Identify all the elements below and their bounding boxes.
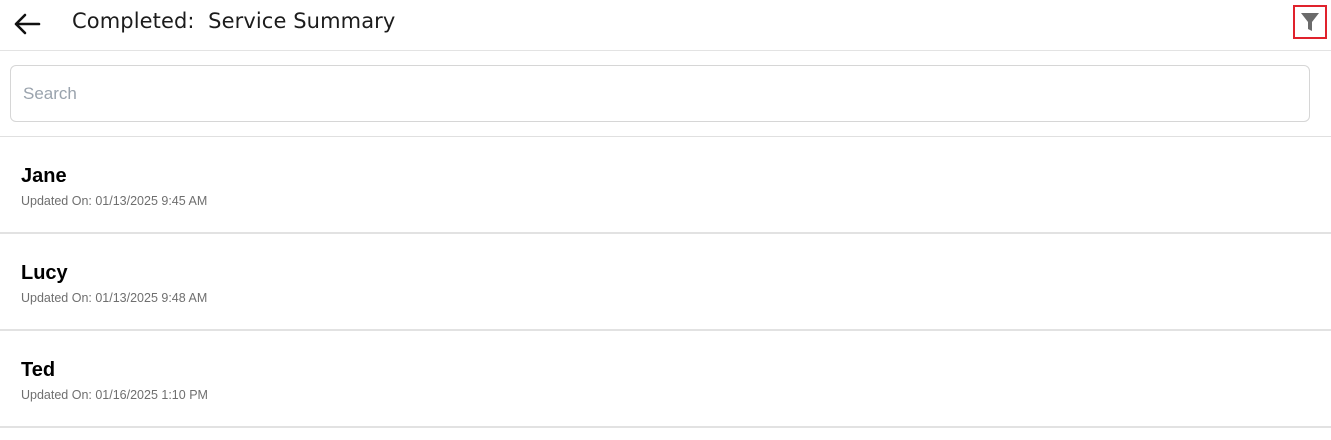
page-title: Completed: Service Summary (72, 9, 396, 33)
record-updated-on: Updated On: 01/16/2025 1:10 PM (21, 388, 208, 402)
record-updated-on: Updated On: 01/13/2025 9:45 AM (21, 194, 208, 208)
list-item[interactable]: Ted Updated On: 01/16/2025 1:10 PM (0, 331, 1331, 428)
record-updated-on: Updated On: 01/13/2025 9:48 AM (21, 291, 208, 305)
app-header: Completed: Service Summary (0, 0, 1331, 51)
list-item[interactable]: Jane Updated On: 01/13/2025 9:45 AM (0, 137, 1331, 234)
record-name: Jane (21, 165, 67, 187)
search-section (0, 51, 1331, 137)
filter-funnel-icon (1301, 13, 1319, 31)
search-input[interactable] (10, 65, 1310, 122)
record-name: Ted (21, 359, 56, 381)
record-name: Lucy (21, 262, 68, 284)
list-item[interactable]: Lucy Updated On: 01/13/2025 9:48 AM (0, 234, 1331, 331)
records-list: Jane Updated On: 01/13/2025 9:45 AM Lucy… (0, 137, 1331, 428)
filter-button[interactable] (1293, 5, 1327, 39)
arrow-left-icon (14, 13, 41, 35)
back-button[interactable] (12, 9, 42, 39)
